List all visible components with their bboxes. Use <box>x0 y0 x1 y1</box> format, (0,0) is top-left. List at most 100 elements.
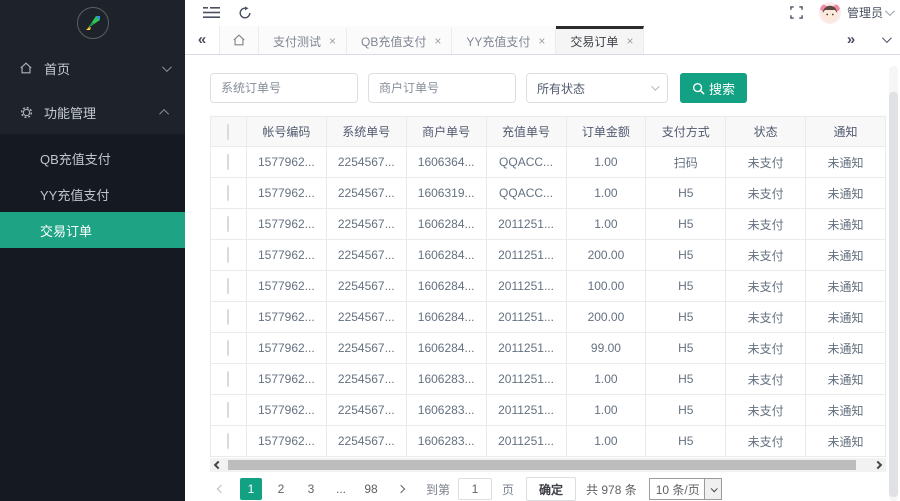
sidebar-item-function-management[interactable]: 功能管理 <box>0 90 185 134</box>
cell-订单金额: 1.00 <box>566 364 646 395</box>
cell-支付方式: H5 <box>646 302 726 333</box>
cell-通知: 未通知 <box>806 147 886 178</box>
tabs-menu-chevron-icon[interactable] <box>868 26 900 54</box>
next-page-button[interactable] <box>390 478 412 500</box>
close-tab-icon[interactable]: × <box>434 34 441 48</box>
home-tab[interactable] <box>219 26 259 54</box>
cell-帐号编码: 1577962... <box>246 147 326 178</box>
sidebar-subitem-交易订单[interactable]: 交易订单 <box>0 212 185 248</box>
row-checkbox[interactable] <box>227 309 229 325</box>
cell-订单金额: 1.00 <box>566 178 646 209</box>
row-checkbox[interactable] <box>227 433 229 449</box>
cell-商户单号: 1606284... <box>406 240 486 271</box>
vertical-scrollbar[interactable] <box>889 66 898 501</box>
cell-状态: 未支付 <box>726 395 806 426</box>
cell-订单金额: 1.00 <box>566 395 646 426</box>
pagination: 123...98 到第 页 确定 共 978 条 10 条/页 <box>210 477 886 501</box>
sidebar-subitem-QB充值支付[interactable]: QB充值支付 <box>0 140 185 176</box>
chevron-down-icon <box>651 82 659 90</box>
cell-充值单号: 2011251... <box>486 271 566 302</box>
table-row: 1577962...2254567...1606284...2011251...… <box>211 302 886 333</box>
cell-系统单号: 2254567... <box>326 364 406 395</box>
row-checkbox[interactable] <box>227 185 229 201</box>
row-checkbox[interactable] <box>227 371 229 387</box>
sidebar-item-home[interactable]: 首页 <box>0 46 185 90</box>
row-checkbox[interactable] <box>227 340 229 356</box>
cell-系统单号: 2254567... <box>326 426 406 457</box>
close-tab-icon[interactable]: × <box>626 34 633 48</box>
tab-支付测试[interactable]: 支付测试× <box>259 26 347 54</box>
cell-订单金额: 200.00 <box>566 240 646 271</box>
user-avatar[interactable] <box>819 2 841 24</box>
sidebar-subitem-YY充值支付[interactable]: YY充值支付 <box>0 176 185 212</box>
goto-page-input[interactable] <box>458 478 492 500</box>
sidebar: 首页 功能管理 QB充值支付YY充值支付交易订单 <box>0 0 185 501</box>
total-count-label: 共 978 条 <box>586 481 637 498</box>
cell-通知: 未通知 <box>806 209 886 240</box>
tabs-scroll-left-icon[interactable]: « <box>185 26 219 54</box>
column-header-系统单号: 系统单号 <box>326 117 406 147</box>
tab-YY充值支付[interactable]: YY充值支付× <box>452 26 556 54</box>
user-menu-chevron-icon[interactable] <box>885 6 895 16</box>
column-header-帐号编码: 帐号编码 <box>246 117 326 147</box>
column-header-通知: 通知 <box>806 117 886 147</box>
cell-帐号编码: 1577962... <box>246 209 326 240</box>
horizontal-scrollbar-thumb[interactable] <box>228 460 856 470</box>
page-button-2[interactable]: 2 <box>270 478 292 500</box>
search-icon <box>692 82 705 95</box>
tab-label: QB充值支付 <box>361 33 426 50</box>
home-icon <box>18 60 34 76</box>
table-row: 1577962...2254567...1606283...2011251...… <box>211 426 886 457</box>
page-size-select[interactable]: 10 条/页 <box>649 478 722 500</box>
cell-支付方式: H5 <box>646 240 726 271</box>
page-unit-label: 页 <box>502 481 514 498</box>
cell-系统单号: 2254567... <box>326 147 406 178</box>
cell-充值单号: 2011251... <box>486 364 566 395</box>
cell-商户单号: 1606319... <box>406 178 486 209</box>
cell-充值单号: QQACC... <box>486 147 566 178</box>
select-all-checkbox[interactable] <box>227 124 229 140</box>
sidebar-submenu: QB充值支付YY充值支付交易订单 <box>0 134 185 501</box>
rocket-logo-icon[interactable] <box>77 7 109 39</box>
search-button[interactable]: 搜索 <box>680 73 747 103</box>
page-button-1[interactable]: 1 <box>240 478 262 500</box>
cell-充值单号: 2011251... <box>486 333 566 364</box>
cell-状态: 未支付 <box>726 302 806 333</box>
tab-交易订单[interactable]: 交易订单× <box>556 26 644 54</box>
table-row: 1577962...2254567...1606284...2011251...… <box>211 240 886 271</box>
row-checkbox[interactable] <box>227 154 229 170</box>
cell-帐号编码: 1577962... <box>246 426 326 457</box>
scroll-right-icon[interactable] <box>870 462 886 468</box>
cell-支付方式: H5 <box>646 271 726 302</box>
row-checkbox[interactable] <box>227 216 229 232</box>
cell-帐号编码: 1577962... <box>246 271 326 302</box>
refresh-icon[interactable] <box>233 1 257 25</box>
fullscreen-icon[interactable] <box>785 1 809 25</box>
page-size-value: 10 条/页 <box>650 481 704 498</box>
orders-table: 帐号编码系统单号商户单号充值单号订单金额支付方式状态通知 1577962...2… <box>210 116 886 457</box>
tabs-scroll-right-icon[interactable]: » <box>834 26 868 54</box>
close-tab-icon[interactable]: × <box>538 34 545 48</box>
close-tab-icon[interactable]: × <box>329 34 336 48</box>
prev-page-button[interactable] <box>210 478 232 500</box>
column-header-充值单号: 充值单号 <box>486 117 566 147</box>
cell-通知: 未通知 <box>806 395 886 426</box>
status-select[interactable]: 所有状态 <box>526 73 668 103</box>
username-label[interactable]: 管理员 <box>847 4 883 21</box>
system-order-input[interactable] <box>210 73 358 103</box>
row-checkbox[interactable] <box>227 247 229 263</box>
vertical-scrollbar-thumb[interactable] <box>889 92 898 497</box>
content-panel: 所有状态 搜索 帐号编码系统单号商户单号充值单号订单金额支付方式状态通知 15 <box>185 55 900 501</box>
tab-QB充值支付[interactable]: QB充值支付 × <box>347 26 452 54</box>
column-header-状态: 状态 <box>726 117 806 147</box>
page-button-3[interactable]: 3 <box>300 478 322 500</box>
scroll-left-icon[interactable] <box>210 462 226 468</box>
horizontal-scrollbar[interactable] <box>210 458 886 472</box>
goto-confirm-button[interactable]: 确定 <box>526 477 576 501</box>
merchant-order-input[interactable] <box>368 73 516 103</box>
row-checkbox[interactable] <box>227 278 229 294</box>
collapse-sidebar-icon[interactable] <box>199 1 223 25</box>
cell-状态: 未支付 <box>726 240 806 271</box>
row-checkbox[interactable] <box>227 402 229 418</box>
page-button-98[interactable]: 98 <box>360 478 382 500</box>
